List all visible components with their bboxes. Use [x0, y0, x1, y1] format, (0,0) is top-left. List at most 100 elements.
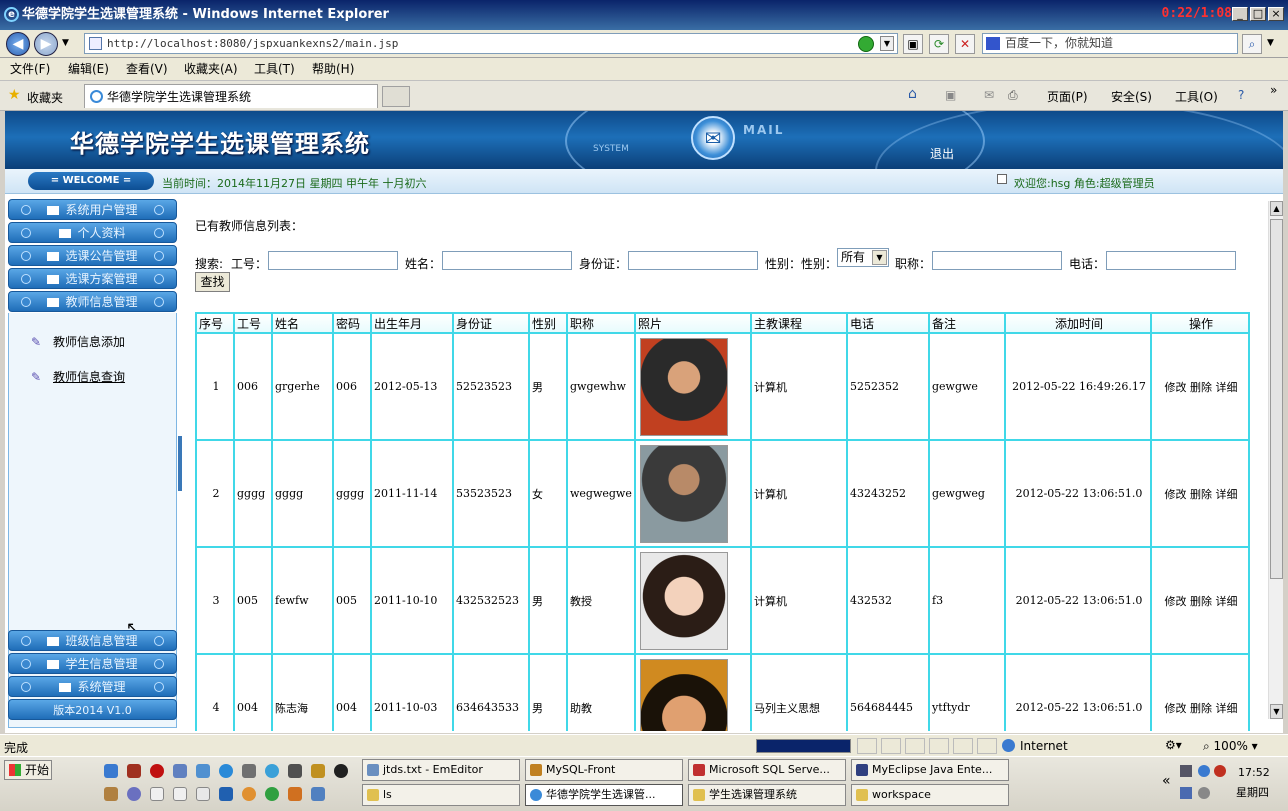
address-input[interactable]: http://localhost:8080/jspxuankexns2/main… — [84, 33, 898, 54]
quicklaunch-icon[interactable] — [150, 764, 164, 778]
quicklaunch-icon[interactable] — [219, 764, 233, 778]
refresh-icon[interactable]: ⟳ — [929, 34, 949, 54]
home-icon[interactable]: ⌂ — [908, 86, 917, 102]
delete-link[interactable]: 删除 — [1190, 381, 1212, 394]
logout-link[interactable]: 退出 — [930, 145, 954, 162]
quicklaunch-icon[interactable] — [173, 787, 187, 801]
edit-link[interactable]: 修改 — [1165, 595, 1187, 608]
quicklaunch-icon[interactable] — [196, 764, 210, 778]
sidebar-item-plan[interactable]: 选课方案管理 — [8, 268, 177, 289]
sidebar-item-notice[interactable]: 选课公告管理 — [8, 245, 177, 266]
submenu-teacher-query[interactable]: ✎ 教师信息查询 — [31, 368, 125, 385]
tray-icon[interactable] — [1198, 765, 1210, 777]
quicklaunch-icon[interactable] — [265, 787, 279, 801]
dianhua-input[interactable] — [1106, 251, 1236, 270]
xingming-input[interactable] — [442, 251, 572, 270]
page-menu[interactable]: 页面(P) — [1047, 88, 1088, 105]
gonghao-input[interactable] — [268, 251, 398, 270]
close-window-button[interactable]: × — [1268, 7, 1284, 21]
chevron-icon[interactable]: » — [1270, 83, 1277, 97]
scroll-down-icon[interactable]: ▼ — [1270, 704, 1283, 719]
back-button[interactable]: ◀ — [6, 32, 30, 56]
sidebar-item-teacher[interactable]: 教师信息管理 — [8, 291, 177, 312]
menu-edit[interactable]: 编辑(E) — [68, 61, 109, 78]
menu-file[interactable]: 文件(F) — [10, 61, 50, 78]
search-options-dropdown[interactable]: ▼ — [1267, 38, 1274, 48]
task-folder-workspace[interactable]: workspace — [851, 784, 1009, 806]
quicklaunch-icon[interactable] — [219, 787, 233, 801]
favorites-button[interactable]: 收藏夹 — [27, 89, 63, 106]
teacher-photo[interactable] — [640, 658, 728, 731]
network-icon[interactable] — [1180, 765, 1192, 777]
sidebar-item-student[interactable]: 学生信息管理 — [8, 653, 177, 674]
zhicheng-input[interactable] — [932, 251, 1062, 270]
quicklaunch-icon[interactable] — [127, 764, 141, 778]
maximize-button[interactable]: □ — [1250, 7, 1266, 21]
sidebar-item-system[interactable]: 系统管理 — [8, 676, 177, 697]
quicklaunch-icon[interactable] — [196, 787, 210, 801]
edit-link[interactable]: 修改 — [1165, 488, 1187, 501]
feeds-icon[interactable]: ▣ — [945, 88, 956, 102]
find-button[interactable]: 查找 — [195, 272, 230, 292]
tools-menu[interactable]: 工具(O) — [1175, 88, 1218, 105]
quicklaunch-icon[interactable] — [127, 787, 141, 801]
qq-icon[interactable] — [1214, 765, 1226, 777]
mail-icon[interactable]: ✉ — [691, 116, 735, 160]
edit-link[interactable]: 修改 — [1165, 381, 1187, 394]
menu-favorites[interactable]: 收藏夹(A) — [184, 61, 238, 78]
volume-icon[interactable] — [1180, 787, 1192, 799]
sidebar-item-profile[interactable]: 个人资料 — [8, 222, 177, 243]
teacher-photo[interactable] — [640, 444, 728, 543]
task-mysql-front[interactable]: MySQL-Front — [525, 759, 683, 781]
task-emeditor[interactable]: jtds.txt - EmEditor — [362, 759, 520, 781]
tray-expand-icon[interactable]: « — [1162, 773, 1171, 789]
vertical-scrollbar[interactable]: ▲ ▼ — [1268, 201, 1283, 719]
detail-link[interactable]: 详细 — [1216, 595, 1238, 608]
task-sql-server[interactable]: Microsoft SQL Serve... — [688, 759, 846, 781]
menu-help[interactable]: 帮助(H) — [312, 61, 354, 78]
address-dropdown[interactable]: ▼ — [880, 36, 894, 51]
search-input[interactable]: 百度一下，你就知道 — [982, 33, 1238, 54]
quicklaunch-icon[interactable] — [288, 787, 302, 801]
recent-pages-dropdown[interactable]: ▼ — [62, 38, 69, 48]
detail-link[interactable]: 详细 — [1216, 381, 1238, 394]
task-folder-xk[interactable]: 学生选课管理系统 — [688, 784, 846, 806]
rss-icon[interactable]: ▣ — [903, 34, 923, 54]
quicklaunch-icon[interactable] — [150, 787, 164, 801]
quicklaunch-icon[interactable] — [334, 764, 348, 778]
quicklaunch-icon[interactable] — [288, 764, 302, 778]
minimize-button[interactable]: _ — [1232, 7, 1248, 21]
zoom-level[interactable]: ⌕ 100% ▾ — [1203, 739, 1258, 754]
sfz-input[interactable] — [628, 251, 758, 270]
detail-link[interactable]: 详细 — [1216, 702, 1238, 715]
quicklaunch-icon[interactable] — [311, 764, 325, 778]
sidebar-item-class[interactable]: 班级信息管理 — [8, 630, 177, 651]
safety-menu[interactable]: 安全(S) — [1111, 88, 1152, 105]
teacher-photo[interactable] — [640, 551, 728, 650]
quicklaunch-icon[interactable] — [311, 787, 325, 801]
scroll-thumb[interactable] — [1270, 219, 1283, 579]
quicklaunch-icon[interactable] — [173, 764, 187, 778]
quicklaunch-icon[interactable] — [242, 787, 256, 801]
stop-icon[interactable]: ✕ — [955, 34, 975, 54]
delete-link[interactable]: 删除 — [1190, 488, 1212, 501]
tab-active[interactable]: 华德学院学生选课管理系统 — [84, 84, 378, 108]
edit-link[interactable]: 修改 — [1165, 702, 1187, 715]
protected-mode-icon[interactable]: ⚙▾ — [1165, 738, 1182, 752]
quicklaunch-icon[interactable] — [265, 764, 279, 778]
menu-view[interactable]: 查看(V) — [126, 61, 168, 78]
print-icon[interactable]: ⎙ — [1008, 88, 1018, 103]
task-myeclipse[interactable]: MyEclipse Java Ente... — [851, 759, 1009, 781]
quicklaunch-icon[interactable] — [242, 764, 256, 778]
quicklaunch-icon[interactable] — [104, 787, 118, 801]
tray-icon[interactable] — [1198, 787, 1210, 799]
menu-tools[interactable]: 工具(T) — [254, 61, 295, 78]
forward-button[interactable]: ▶ — [34, 32, 58, 56]
gender-select[interactable]: 所有 ▼ — [837, 248, 889, 267]
start-button[interactable]: 开始 — [4, 760, 52, 780]
clock[interactable]: 17:52 — [1238, 766, 1270, 779]
task-folder-ls[interactable]: ls — [362, 784, 520, 806]
delete-link[interactable]: 删除 — [1190, 702, 1212, 715]
scroll-up-icon[interactable]: ▲ — [1270, 201, 1283, 216]
compat-view-icon[interactable] — [858, 36, 874, 52]
